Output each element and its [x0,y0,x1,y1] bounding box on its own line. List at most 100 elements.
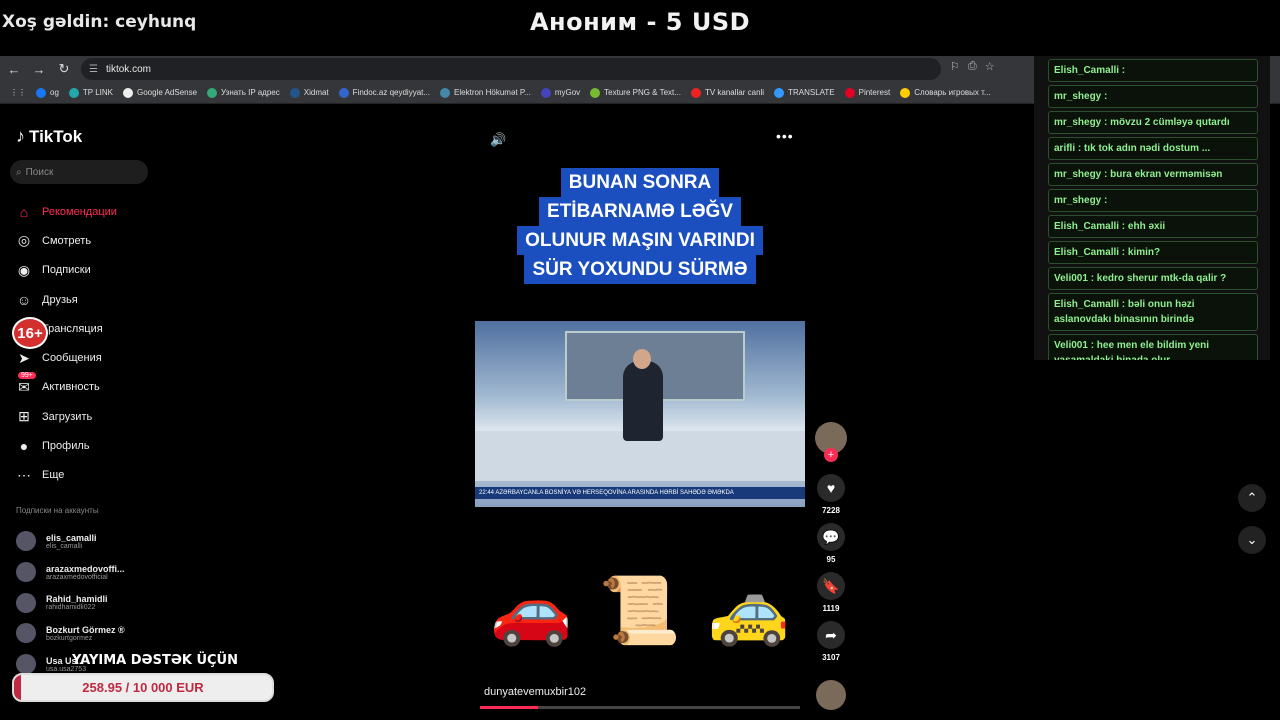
chat-message: Veli001 : kedro sherur mtk-da qalir ? [1048,267,1258,290]
sidebar-item-explore[interactable]: ◎ Смотреть [14,226,117,255]
more-icon: ⋯ [17,466,31,483]
bookmark-5[interactable]: Findoc.az qeydiyyat... [338,87,430,98]
sidebar-item-profile[interactable]: ● Профиль [14,431,117,460]
video-progress-fill [480,706,538,709]
more-options-icon[interactable]: ••• [776,128,794,144]
bookmark-12[interactable]: Словарь игровых т... [900,87,991,98]
avatar [16,623,36,644]
subscriptions-header: Подписки на аккаунты [16,506,99,515]
bookmark-icon[interactable]: 🔖 [817,572,845,600]
chat-message: mr_shegy : [1048,189,1258,212]
share-count: 3107 [822,653,840,662]
video-username[interactable]: dunyatevemuxbir102 [484,686,586,698]
sidebar-item-more[interactable]: ⋯ Еще [14,461,117,490]
chat-message: Elish_Camalli : kimin? [1048,241,1258,264]
bookmark-4[interactable]: Xidmat [289,87,329,98]
search-icon: ⌕ [16,166,22,178]
friends-icon: ☺ [16,291,32,308]
sidebar-item-upload[interactable]: ⊞ Загрузить [14,402,117,431]
list-item[interactable]: Bozkurt Görmez ® bozkurtgormez [16,618,125,649]
back-icon[interactable]: ← [3,58,25,80]
emoji-row: 🚗 📜 🚕 [490,570,790,650]
tiktok-note-icon: ♪ [16,126,25,146]
messages-icon: ➤ [18,349,30,366]
sidebar-item-following[interactable]: ◉ Подписки [14,256,117,285]
list-item[interactable]: Rahid_hamidli rahidhamidli022 [16,587,125,618]
activity-icon: ✉ [18,378,30,395]
sidebar-item-recommendations[interactable]: ⌂ Рекомендации [14,197,117,226]
video-player[interactable]: 🔊 ••• BUNAN SONRA ETİBARNAMƏ LƏĞV OLUNUR… [472,120,808,710]
bookmark-2[interactable]: Google AdSense [123,87,197,98]
stream-chat: Elish_Camalli : mr_shegy : mr_shegy : mö… [1034,56,1270,360]
avatar [16,654,36,675]
stream-overlay-top: Xoş gəldin: ceyhunq Аноним - 5 USD [0,0,1280,56]
site-info-icon[interactable]: ☰ [89,64,98,75]
news-clip: 22:44 AZƏRBAYCANLA BOSNİYA VƏ HERSEQOVİN… [475,321,805,507]
comment-icon[interactable]: 💬 [817,523,845,551]
bookmark-8[interactable]: Texture PNG & Text... [590,87,681,98]
apps-icon[interactable]: ⋮⋮ [10,88,26,97]
sidebar-item-friends[interactable]: ☺ Друзья [14,285,117,314]
tiktok-logo[interactable]: ♪ TikTok [16,126,82,147]
profile-icon: ● [19,438,29,455]
install-icon[interactable]: ⎙ [968,60,977,73]
upload-icon: ⊞ [18,408,30,425]
heart-icon[interactable]: ♥ [817,474,845,502]
follow-plus-icon[interactable]: + [824,448,838,462]
chat-message: Elish_Camalli : bəli onun həzi aslanovda… [1048,293,1258,331]
car-emoji: 🚗 [490,573,573,647]
news-anchor [623,361,663,441]
avatar [16,562,36,583]
donation-alert: Аноним - 5 USD [529,8,751,36]
list-item[interactable]: elis_camalli elis_camalli [16,526,125,557]
chat-message: mr_shegy : bura ekran verməmisən [1048,163,1258,186]
search-input[interactable]: ⌕ Поиск [10,160,148,184]
chevron-down-icon[interactable]: ⌄ [1238,526,1266,554]
url-text: tiktok.com [105,63,151,75]
list-item[interactable]: arazaxmedovoffi... arazaxmedovofficial [16,557,125,588]
chat-message: mr_shegy : [1048,85,1258,108]
star-icon[interactable]: ☆ [985,60,995,73]
like-count: 7228 [822,506,840,515]
video-progress[interactable] [480,706,800,709]
chat-message: Elish_Camalli : [1048,59,1258,82]
next-avatar[interactable] [816,680,846,710]
avatar [16,592,36,613]
bookmark-3[interactable]: Узнать IP адрес [207,87,280,98]
bookmark-6[interactable]: Elektron Hökumət P... [440,87,531,98]
save-count: 1119 [822,604,840,613]
following-avatar-icon: ◉ [17,261,31,278]
chat-message: arifli : tık tok adın nədi dostum ... [1048,137,1258,160]
bookmark-1[interactable]: TP LINK [68,87,113,98]
bookmark-11[interactable]: Pinterest [844,87,890,98]
volume-icon[interactable]: 🔊 [490,132,506,148]
chat-message: Elish_Camalli : ehh əxii [1048,215,1258,238]
bookmark-9[interactable]: TV kanallar canli [690,87,764,98]
compass-icon: ◎ [17,232,31,249]
scroll-emoji: 📜 [598,573,682,647]
activity-badge: 99+ [18,372,36,379]
video-caption: BUNAN SONRA ETİBARNAMƏ LƏĞV OLUNUR MAŞIN… [472,168,808,284]
taxi-emoji: 🚕 [707,573,790,647]
donation-goal-bar: 258.95 / 10 000 EUR [12,673,274,702]
goal-text: 258.95 / 10 000 EUR [82,680,204,695]
translate-icon[interactable]: ⚐ [950,60,960,73]
share-icon[interactable]: ➦ [817,621,845,649]
screen: Xoş gəldin: ceyhunq Аноним - 5 USD ← → ↻… [0,0,1280,720]
bookmark-7[interactable]: myGov [540,87,580,98]
bookmark-10[interactable]: TRANSLATE [774,87,835,98]
comment-count: 95 [826,555,836,564]
support-label: YAYIMA DƏSTƏK ÜÇÜN [72,653,238,668]
bookmark-0[interactable]: og [36,87,59,98]
age-badge: 16+ [12,317,48,349]
video-actions: + ♥ 7228 💬 95 🔖 1119 ➦ 3107 [812,422,850,662]
chevron-up-icon[interactable]: ⌃ [1238,484,1266,512]
forward-icon[interactable]: → [28,58,50,80]
chat-message: mr_shegy : mövzu 2 cümləyə qutardı [1048,111,1258,134]
avatar [16,531,36,552]
chat-message: Veli001 : hee men ele bildim yeni yasama… [1048,334,1258,360]
creator-avatar[interactable]: + [815,422,847,462]
news-anchor-head [633,349,651,369]
url-field[interactable]: ☰ tiktok.com [81,58,941,80]
reload-icon[interactable]: ↻ [53,58,75,80]
